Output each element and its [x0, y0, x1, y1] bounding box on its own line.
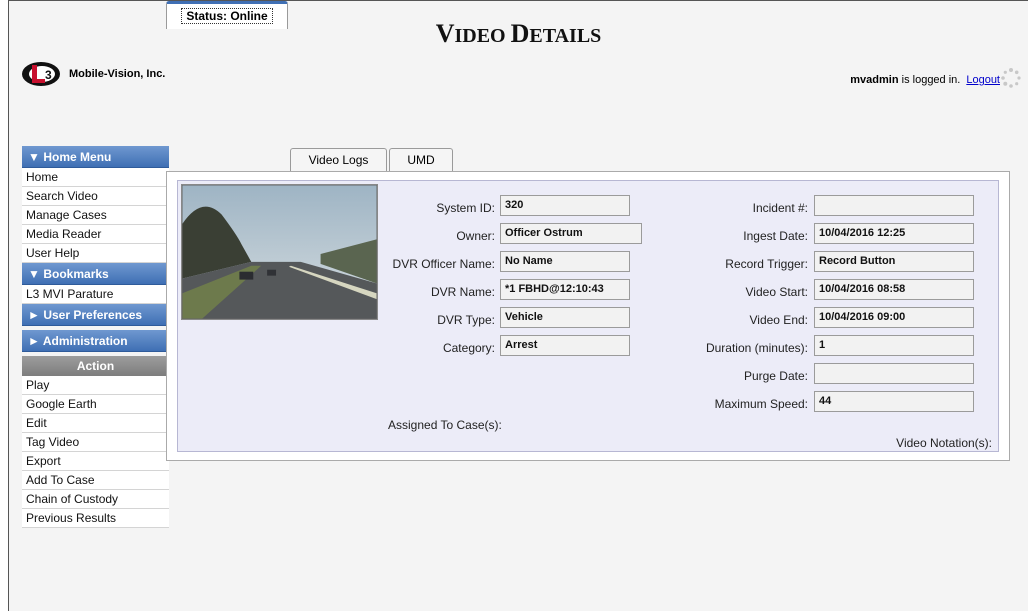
sidebar-item-user-help[interactable]: User Help	[22, 244, 169, 263]
action-item-tag-video[interactable]: Tag Video	[22, 433, 169, 452]
company-name: Mobile-Vision, Inc.	[69, 68, 166, 80]
video-end-label: Video End:	[749, 313, 809, 327]
sidebar-item-l3-mvi-parature[interactable]: L3 MVI Parature	[22, 285, 169, 304]
duration-label: Duration (minutes):	[705, 341, 808, 355]
action-header: Action	[22, 356, 169, 376]
purge-date-label: Purge Date:	[743, 369, 808, 383]
home-menu-header[interactable]: ▼ Home Menu	[22, 146, 169, 168]
app-window: VIDEO DETAILS 3 Mobile-Vision, Inc. mvad…	[8, 0, 1028, 611]
dvr-type-field: Vehicle	[500, 307, 630, 328]
sidebar-item-search-video[interactable]: Search Video	[22, 187, 169, 206]
details-inner: System ID: 320 Owner: Officer Ostrum DVR…	[177, 180, 999, 452]
dvr-officer-name-label: DVR Officer Name:	[392, 257, 495, 271]
action-item-google-earth[interactable]: Google Earth	[22, 395, 169, 414]
page-title: VIDEO DETAILS	[435, 19, 602, 48]
loading-spinner-icon	[1001, 68, 1021, 88]
ingest-date-label: Ingest Date:	[743, 229, 808, 243]
maximum-speed-label: Maximum Speed:	[714, 397, 808, 411]
tab-video-logs[interactable]: Video Logs	[290, 148, 387, 172]
video-thumbnail[interactable]	[181, 184, 378, 320]
svg-text:3: 3	[45, 68, 52, 82]
action-item-export[interactable]: Export	[22, 452, 169, 471]
sidebar-item-home[interactable]: Home	[22, 168, 169, 187]
user-preferences-header[interactable]: ► User Preferences	[22, 304, 169, 326]
sidebar-item-media-reader[interactable]: Media Reader	[22, 225, 169, 244]
assigned-to-cases-label: Assigned To Case(s):	[388, 418, 502, 432]
duration-field: 1	[814, 335, 974, 356]
action-item-add-to-case[interactable]: Add To Case	[22, 471, 169, 490]
triangle-right-icon: ►	[28, 308, 40, 322]
video-start-field: 10/04/2016 08:58	[814, 279, 974, 300]
dvr-type-label: DVR Type:	[437, 313, 495, 327]
maximum-speed-field: 44	[814, 391, 974, 412]
dvr-name-label: DVR Name:	[430, 285, 495, 299]
triangle-right-icon: ►	[28, 334, 40, 348]
ingest-date-field: 10/04/2016 12:25	[814, 223, 974, 244]
video-notations-label: Video Notation(s):	[896, 436, 992, 450]
tab-umd[interactable]: UMD	[389, 148, 453, 172]
owner-field: Officer Ostrum	[500, 223, 642, 244]
tab-status-online[interactable]: Status: Online	[166, 1, 288, 29]
system-id-field: 320	[500, 195, 630, 216]
owner-label: Owner:	[456, 229, 495, 243]
system-id-label: System ID:	[436, 201, 495, 215]
administration-header[interactable]: ► Administration	[22, 330, 169, 352]
video-details-panel: System ID: 320 Owner: Officer Ostrum DVR…	[166, 171, 1010, 461]
purge-date-field	[814, 363, 974, 384]
record-trigger-field: Record Button	[814, 251, 974, 272]
triangle-down-icon: ▼	[28, 150, 40, 164]
logout-link[interactable]: Logout	[966, 74, 1000, 86]
l3-logo-icon: 3	[22, 62, 60, 86]
category-field: Arrest	[500, 335, 630, 356]
category-label: Category:	[442, 341, 495, 355]
triangle-down-icon: ▼	[28, 267, 40, 281]
incident-label: Incident #:	[752, 201, 808, 215]
sidebar: ▼ Home Menu Home Search Video Manage Cas…	[22, 146, 169, 528]
action-item-edit[interactable]: Edit	[22, 414, 169, 433]
video-end-field: 10/04/2016 09:00	[814, 307, 974, 328]
login-status: mvadmin is logged in. Logout	[850, 74, 1000, 86]
video-start-label: Video Start:	[745, 285, 808, 299]
dvr-officer-name-field: No Name	[500, 251, 630, 272]
username: mvadmin	[850, 74, 899, 86]
action-item-previous-results[interactable]: Previous Results	[22, 509, 169, 528]
incident-field	[814, 195, 974, 216]
dvr-name-field: *1 FBHD@12:10:43	[500, 279, 630, 300]
action-item-play[interactable]: Play	[22, 376, 169, 395]
sidebar-item-manage-cases[interactable]: Manage Cases	[22, 206, 169, 225]
bookmarks-header[interactable]: ▼ Bookmarks	[22, 263, 169, 285]
record-trigger-label: Record Trigger:	[725, 257, 808, 271]
action-item-chain-of-custody[interactable]: Chain of Custody	[22, 490, 169, 509]
